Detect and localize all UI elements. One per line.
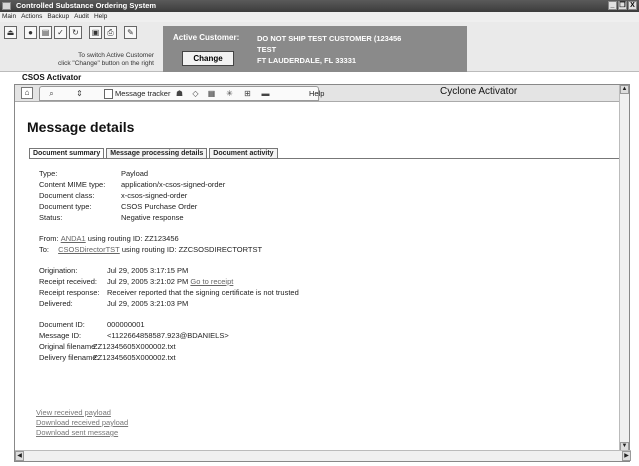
scroll-up-icon[interactable]: ▲ [620, 85, 629, 94]
switch-customer-note: To switch Active Customer click "Change"… [57, 52, 154, 67]
document-icon [104, 89, 113, 99]
network-icon[interactable]: ✳ [224, 88, 235, 99]
class-row: Document class: x-csos-signed-order [39, 191, 188, 200]
delivery-filename-row: Delivery filename: ZZ12345605X000002.txt [39, 353, 176, 362]
receipt-response-row: Receipt response: Receiver reported that … [39, 288, 299, 297]
active-customer-label: Active Customer: [173, 33, 240, 42]
from-row: From: ANDA1 using routing ID: ZZ123456 [39, 233, 179, 244]
tab-divider [29, 158, 619, 159]
scroll-right-icon[interactable]: ▶ [622, 451, 631, 461]
print-icon[interactable]: ⎙ [104, 26, 117, 39]
window-controls: _ ❒ X [608, 1, 637, 10]
search-icon[interactable]: ⌕ [46, 88, 57, 99]
message-tracker-link[interactable]: Message tracker [104, 88, 170, 100]
menu-audit[interactable]: Audit [74, 12, 89, 22]
trash-icon[interactable]: ▬ [260, 88, 271, 99]
exit-icon[interactable]: ⏏ [4, 26, 17, 39]
refresh-icon[interactable]: ↻ [69, 26, 82, 39]
toolbar-separator [119, 26, 122, 39]
download-links: View received payload Download received … [36, 408, 128, 438]
origination-row: Origination: Jul 29, 2005 3:17:15 PM [39, 266, 189, 275]
to-row: To: CSOSDirectorTST using routing ID: ZZ… [39, 244, 263, 255]
activator-nav-bar: ⌂ ⌕ ⇕ Message tracker ☗ ◇ ▦ ✳ ⊞ ▬ Help C… [15, 85, 620, 102]
sort-icon[interactable]: ⇕ [74, 88, 85, 99]
save-icon[interactable]: ▣ [89, 26, 102, 39]
to-partner-link[interactable]: CSOSDirectorTST [58, 244, 120, 255]
panel-title: CSOS Activator [22, 73, 82, 82]
help-link[interactable]: Help [309, 89, 324, 98]
grid-icon[interactable]: ▦ [206, 88, 217, 99]
plus-icon[interactable]: ⊞ [242, 88, 253, 99]
document-type-row: Document type: CSOS Purchase Order [39, 202, 198, 211]
toolbar-separator [19, 26, 22, 39]
menu-main[interactable]: Main [2, 12, 16, 22]
document-id-row: Document ID: 000000001 [39, 320, 145, 329]
original-filename-row: Original filename: ZZ12345605X000002.txt [39, 342, 176, 351]
toolbar-separator [84, 26, 87, 39]
change-customer-button[interactable]: Change [182, 51, 234, 66]
form-icon[interactable]: ▤ [39, 26, 52, 39]
receipt-received-row: Receipt received: Jul 29, 2005 3:21:02 PM… [39, 276, 234, 287]
status-value: Negative response [121, 213, 184, 222]
signature-icon[interactable]: ✎ [124, 26, 137, 39]
active-customer-panel: Active Customer: Change DO NOT SHIP TEST… [163, 26, 467, 72]
page-title: Message details [27, 119, 135, 135]
mime-row: Content MIME type: application/x-csos-sig… [39, 180, 226, 189]
active-customer-info: DO NOT SHIP TEST CUSTOMER (123456 TEST F… [257, 34, 402, 65]
minimize-button[interactable]: _ [608, 1, 617, 10]
message-id-row: Message ID: <1122664858587.923@BDANIELS> [39, 331, 229, 340]
home-icon[interactable]: ⌂ [21, 87, 33, 99]
users-icon[interactable]: ☗ [174, 88, 185, 99]
view-received-payload-link[interactable]: View received payload [36, 408, 128, 418]
nav-tab: ⌕ ⇕ Message tracker ☗ ◇ ▦ ✳ ⊞ ▬ Help [39, 86, 324, 101]
download-received-payload-link[interactable]: Download received payload [36, 418, 128, 428]
status-row: Status: Negative response [39, 213, 184, 222]
menu-bar: Main Actions Backup Audit Help [0, 12, 639, 22]
stop-icon[interactable]: ● [24, 26, 37, 39]
type-row: Type: Payload [39, 169, 149, 178]
menu-actions[interactable]: Actions [21, 12, 42, 22]
from-partner-link[interactable]: ANDA1 [61, 233, 86, 244]
vertical-scrollbar[interactable]: ▲ ▼ [619, 85, 629, 451]
close-button[interactable]: X [628, 1, 637, 10]
document-summary: Type: Payload Content MIME type: applicati… [39, 168, 299, 363]
window-title: Controlled Substance Ordering System [16, 1, 157, 10]
check-icon[interactable]: ✓ [54, 26, 67, 39]
diamond-icon[interactable]: ◇ [190, 88, 201, 99]
go-to-receipt-link[interactable]: Go to receipt [190, 276, 233, 287]
window-title-bar: Controlled Substance Ordering System _ ❒… [0, 0, 639, 12]
product-name: Cyclone Activator [440, 86, 518, 97]
delivered-row: Delivered: Jul 29, 2005 3:21:03 PM [39, 299, 189, 308]
maximize-button[interactable]: ❒ [618, 1, 627, 10]
horizontal-scrollbar[interactable]: ◀ ▶ [15, 450, 631, 461]
scroll-left-icon[interactable]: ◀ [15, 451, 24, 461]
app-icon [2, 2, 11, 10]
menu-help[interactable]: Help [94, 12, 107, 22]
menu-backup[interactable]: Backup [47, 12, 69, 22]
toolbar-icons: ⏏ ● ▤ ✓ ↻ ▣ ⎙ ✎ [4, 26, 137, 39]
download-sent-message-link[interactable]: Download sent message [36, 428, 128, 438]
activator-frame: ⌂ ⌕ ⇕ Message tracker ☗ ◇ ▦ ✳ ⊞ ▬ Help C… [14, 84, 631, 462]
